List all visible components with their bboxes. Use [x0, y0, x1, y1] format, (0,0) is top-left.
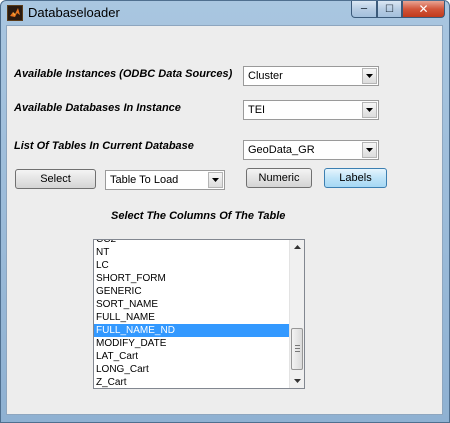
maximize-button[interactable]: ☐ — [377, 1, 402, 18]
list-item[interactable]: SORT_NAME — [94, 298, 290, 311]
app-window: Databaseloader ─ ☐ ✕ Available Instances… — [0, 0, 450, 423]
window-title: Databaseloader — [28, 5, 120, 20]
list-item[interactable]: GENERIC — [94, 285, 290, 298]
databases-label: Available Databases In Instance — [14, 102, 181, 114]
arrow-down-icon[interactable] — [290, 374, 304, 388]
list-item[interactable]: FULL_NAME_ND — [94, 324, 290, 337]
list-item[interactable]: CC2 — [94, 240, 290, 246]
scrollbar-thumb[interactable] — [291, 328, 303, 370]
chevron-down-icon — [362, 102, 377, 118]
table-to-load-value: Table To Load — [110, 174, 179, 186]
instance-dropdown-value: Cluster — [248, 70, 283, 82]
table-dropdown[interactable]: GeoData_GR — [243, 140, 379, 160]
matlab-icon — [7, 5, 23, 21]
labels-button[interactable]: Labels — [324, 168, 387, 188]
list-item[interactable]: NT — [94, 246, 290, 259]
select-button[interactable]: Select — [15, 169, 96, 189]
chevron-down-icon — [362, 68, 377, 84]
client-area: Available Instances (ODBC Data Sources) … — [6, 25, 443, 415]
list-item[interactable]: SHORT_FORM — [94, 272, 290, 285]
list-item[interactable]: LONG_Cart — [94, 363, 290, 376]
maximize-icon: ☐ — [385, 3, 394, 15]
column-listbox[interactable]: CC2 NT LC SHORT_FORM GENERIC SORT_NAME FULL_NA… — [93, 239, 305, 389]
instances-label: Available Instances (ODBC Data Sources) — [14, 68, 233, 80]
database-dropdown[interactable]: TEI — [243, 100, 379, 120]
list-item[interactable]: LAT_Cart — [94, 350, 290, 363]
table-dropdown-value: GeoData_GR — [248, 144, 315, 156]
list-item[interactable]: FULL_NAME — [94, 311, 290, 324]
minimize-icon: ─ — [360, 3, 368, 15]
list-item[interactable]: Z_Cart — [94, 376, 290, 388]
close-icon: ✕ — [418, 2, 429, 16]
numeric-button[interactable]: Numeric — [246, 168, 312, 188]
columns-label: Select The Columns Of The Table — [111, 210, 286, 222]
tables-label: List Of Tables In Current Database — [14, 140, 194, 152]
table-to-load-dropdown[interactable]: Table To Load — [105, 170, 225, 190]
list-item[interactable]: MODIFY_DATE — [94, 337, 290, 350]
instance-dropdown[interactable]: Cluster — [243, 66, 379, 86]
column-list: CC2 NT LC SHORT_FORM GENERIC SORT_NAME FULL_NA… — [94, 240, 290, 388]
database-dropdown-value: TEI — [248, 104, 266, 116]
chevron-down-icon — [362, 142, 377, 158]
title-bar[interactable]: Databaseloader ─ ☐ ✕ — [1, 1, 449, 25]
arrow-up-icon[interactable] — [290, 240, 304, 254]
vertical-scrollbar[interactable] — [289, 240, 304, 388]
list-item[interactable]: LC — [94, 259, 290, 272]
chevron-down-icon — [208, 172, 223, 188]
minimize-button[interactable]: ─ — [351, 1, 377, 18]
close-button[interactable]: ✕ — [402, 1, 445, 18]
